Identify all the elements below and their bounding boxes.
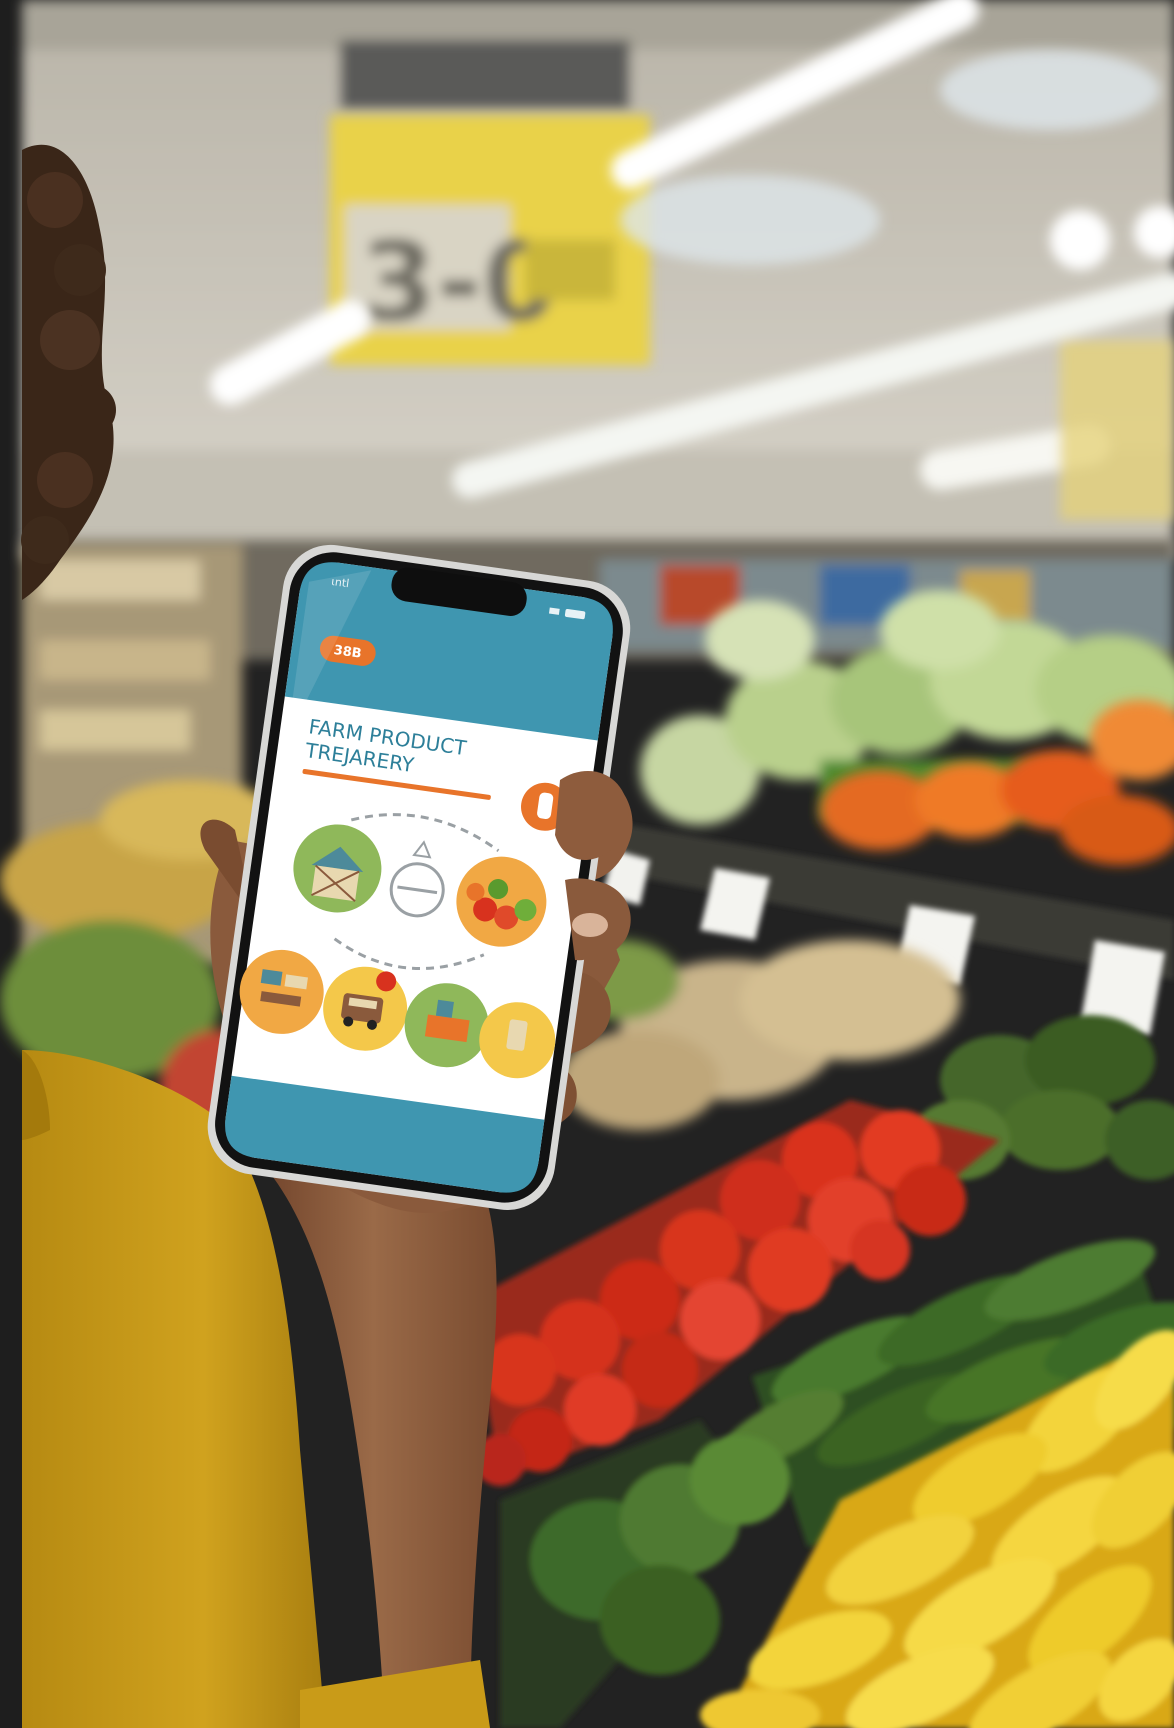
price-sign: 3-0: [330, 115, 650, 365]
supermarket-photo: 3-0 ιntl 38B FARM PRODUCT TREJARERY: [0, 0, 1174, 1728]
potato-bin: [560, 940, 960, 1130]
photo-canvas: 3-0 ιntl 38B FARM PRODUCT TREJARERY: [0, 0, 1174, 1728]
